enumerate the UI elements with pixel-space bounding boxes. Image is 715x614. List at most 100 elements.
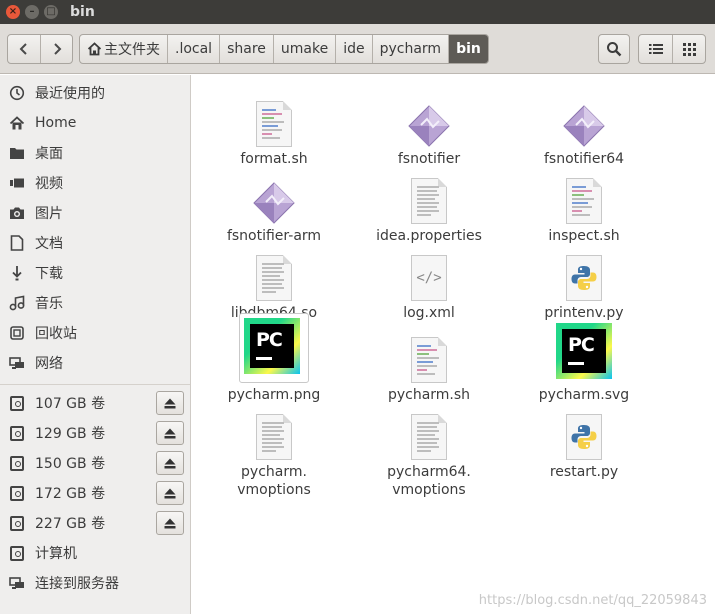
breadcrumb-pycharm[interactable]: pycharm — [371, 35, 448, 63]
chevron-right-icon — [53, 43, 61, 55]
sidebar-item-volume[interactable]: 129 GB 卷 — [0, 418, 190, 448]
sidebar-item-label: 图片 — [35, 206, 63, 222]
minimize-window-button[interactable]: – — [25, 5, 39, 19]
breadcrumb-label: pycharm — [379, 41, 442, 57]
breadcrumb-home[interactable]: 主文件夹 — [80, 35, 167, 63]
sidebar-item-label: 视频 — [35, 176, 63, 192]
sidebar-item-trash[interactable]: 回收站 — [0, 318, 190, 348]
eject-button[interactable] — [156, 421, 184, 445]
home-icon — [87, 42, 102, 56]
document-icon — [8, 234, 26, 252]
eject-icon — [164, 488, 176, 498]
title-bar: × – □ bin — [0, 0, 715, 24]
sidebar-item-label: 129 GB 卷 — [35, 426, 106, 442]
text-file-icon — [389, 390, 469, 460]
script-file-icon — [234, 77, 314, 147]
sidebar-item-label: 172 GB 卷 — [35, 486, 106, 502]
sidebar-item-network[interactable]: 网络 — [0, 348, 190, 378]
sidebar-item-label: 计算机 — [35, 546, 77, 562]
eject-button[interactable] — [156, 451, 184, 475]
sidebar-item-home[interactable]: Home — [0, 108, 190, 138]
sidebar-item-label: 最近使用的 — [35, 86, 105, 102]
drive-icon — [8, 484, 26, 502]
sidebar-item-volume[interactable]: 107 GB 卷 — [0, 388, 190, 418]
file-item[interactable]: restart.py — [509, 390, 659, 481]
executable-file-icon — [544, 77, 624, 147]
sidebar-item-videos[interactable]: 视频 — [0, 168, 190, 198]
sidebar-item-connect-server[interactable]: 连接到服务器 — [0, 568, 190, 598]
sidebar-item-label: 音乐 — [35, 296, 63, 312]
python-file-icon — [544, 390, 624, 460]
breadcrumb-umake[interactable]: umake — [272, 35, 335, 63]
video-icon — [8, 174, 26, 192]
sidebar-item-computer[interactable]: 计算机 — [0, 538, 190, 568]
sidebar-item-volume[interactable]: 227 GB 卷 — [0, 508, 190, 538]
trash-icon — [8, 324, 26, 342]
drive-icon — [8, 424, 26, 442]
eject-button[interactable] — [156, 391, 184, 415]
eject-button[interactable] — [156, 511, 184, 535]
sidebar-item-label: 文档 — [35, 236, 63, 252]
sidebar-item-music[interactable]: 音乐 — [0, 288, 190, 318]
pycharm-logo-text: PC — [256, 329, 283, 351]
executable-file-icon — [234, 154, 314, 224]
download-icon — [8, 264, 26, 282]
music-icon — [8, 294, 26, 312]
sidebar-item-label: 下载 — [35, 266, 63, 282]
sidebar-item-label: Home — [35, 115, 77, 131]
drive-icon — [8, 394, 26, 412]
list-view-button[interactable] — [639, 35, 672, 63]
view-buttons — [638, 34, 706, 64]
sidebar-item-volume[interactable]: 172 GB 卷 — [0, 478, 190, 508]
file-item[interactable]: libdbm64.so — [199, 231, 349, 322]
file-item[interactable]: </> log.xml — [354, 231, 504, 322]
breadcrumb-label: share — [227, 41, 266, 57]
recent-icon — [8, 84, 26, 102]
computer-icon — [8, 544, 26, 562]
forward-button[interactable] — [40, 35, 72, 63]
sidebar-item-label: 227 GB 卷 — [35, 516, 106, 532]
sidebar-item-desktop[interactable]: 桌面 — [0, 138, 190, 168]
close-window-button[interactable]: × — [6, 5, 20, 19]
sidebar-item-volume[interactable]: 150 GB 卷 — [0, 448, 190, 478]
eject-icon — [164, 398, 176, 408]
breadcrumb-local[interactable]: .local — [167, 35, 219, 63]
sidebar: 最近使用的 Home 桌面 视频 图片 文档 下载 音乐 回收站 网络 107 … — [0, 75, 191, 614]
sidebar-item-label: 150 GB 卷 — [35, 456, 106, 472]
file-item[interactable]: pycharm64. vmoptions — [354, 390, 504, 499]
breadcrumb-label: bin — [456, 41, 481, 57]
back-button[interactable] — [8, 35, 40, 63]
file-item[interactable]: pycharm. vmoptions — [199, 390, 349, 499]
breadcrumb-ide[interactable]: ide — [335, 35, 371, 63]
network-icon — [8, 354, 26, 372]
text-file-icon — [234, 231, 314, 301]
eject-icon — [164, 428, 176, 438]
breadcrumb-share[interactable]: share — [219, 35, 273, 63]
window-title: bin — [70, 4, 95, 20]
pycharm-logo-text: PC — [568, 334, 595, 356]
eject-button[interactable] — [156, 481, 184, 505]
breadcrumb-label: .local — [175, 41, 213, 57]
executable-file-icon — [389, 77, 469, 147]
search-button[interactable] — [598, 34, 630, 64]
sidebar-item-documents[interactable]: 文档 — [0, 228, 190, 258]
pycharm-image-icon: PC — [234, 313, 314, 383]
drive-icon — [8, 514, 26, 532]
sidebar-item-recent[interactable]: 最近使用的 — [0, 78, 190, 108]
sidebar-item-downloads[interactable]: 下载 — [0, 258, 190, 288]
folder-icon — [8, 144, 26, 162]
sidebar-divider — [0, 384, 190, 385]
sidebar-item-label: 连接到服务器 — [35, 576, 119, 592]
sidebar-item-pictures[interactable]: 图片 — [0, 198, 190, 228]
breadcrumb-bin[interactable]: bin — [448, 35, 488, 63]
python-file-icon — [544, 231, 624, 301]
text-file-icon — [389, 154, 469, 224]
chevron-left-icon — [19, 43, 27, 55]
file-item[interactable]: printenv.py — [509, 231, 659, 322]
maximize-window-button[interactable]: □ — [44, 5, 58, 19]
list-icon — [648, 44, 663, 54]
grid-view-button[interactable] — [672, 35, 705, 63]
file-grid: format.sh fsnotifier fsnotifier64 fsnoti… — [191, 75, 715, 614]
pycharm-image-icon: PC — [544, 313, 624, 383]
sidebar-item-label: 107 GB 卷 — [35, 396, 106, 412]
